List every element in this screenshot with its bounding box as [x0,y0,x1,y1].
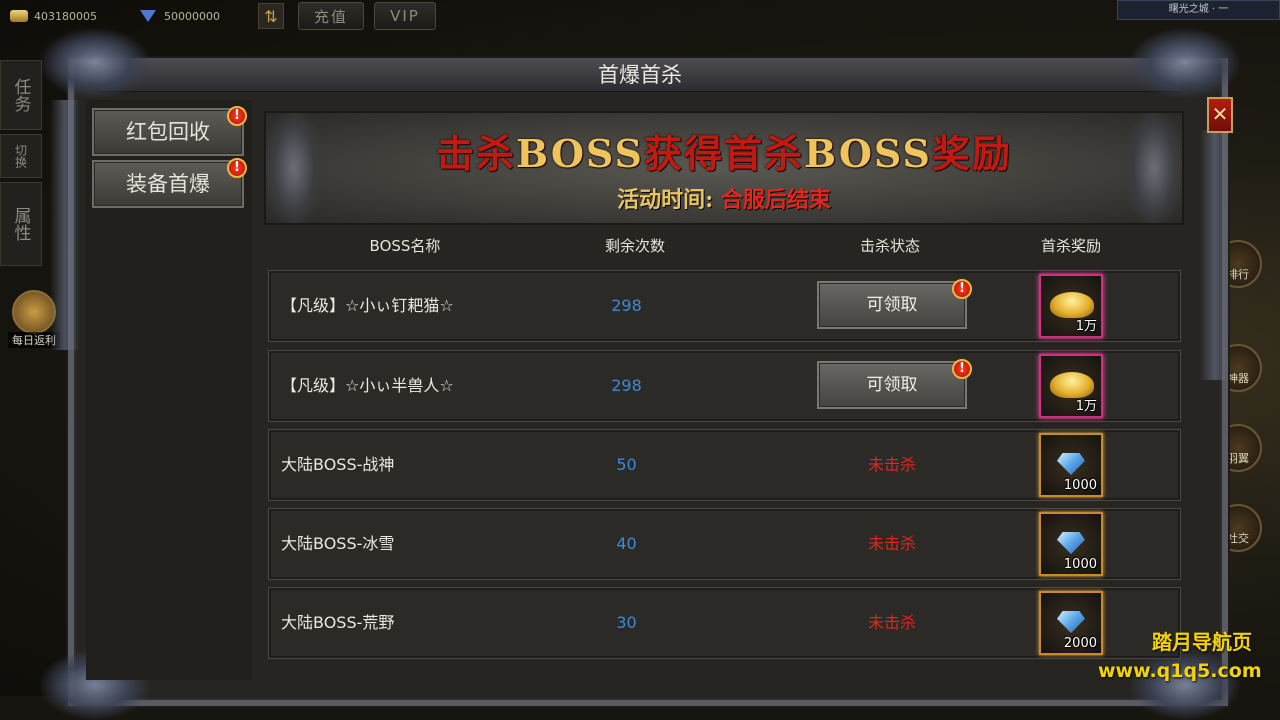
gem-amount: 50000000 [164,9,220,23]
boss-name: 【凡级】☆小ぃ钉耙猫☆ [281,296,454,315]
banner-title: 击杀BOSS获得首杀BOSS奖励 [264,132,1184,176]
alert-icon: ! [952,279,972,299]
gem-display: 50000000 [140,6,220,26]
remaining-count: 40 [616,534,637,553]
panel-title: 首爆首杀 [598,63,682,87]
header-boss-name: BOSS名称 [369,237,441,255]
claim-button[interactable]: 可领取 [817,361,967,409]
reward-quantity: 1000 [1063,478,1097,493]
remaining-count: 50 [616,455,637,474]
top-hud: 403180005 50000000 ⇅ 充值 VIP 曙光之城 · 一 [0,0,1280,34]
alert-icon: ! [227,158,247,178]
diamond-icon [1057,532,1085,554]
reward-slot[interactable]: 2000 [1039,591,1103,655]
banner-subtitle: 活动时间: 合服后结束 [264,186,1184,214]
diamond-icon [1057,453,1085,475]
gem-icon [140,10,156,22]
watermark-url: www.q1q5.com [1098,660,1262,682]
remaining-count: 298 [611,376,642,395]
alert-icon: ! [952,359,972,379]
kill-status: 未击杀 [867,534,916,553]
wings-label: 羽翼 [1227,452,1249,465]
left-tab-attributes[interactable]: 属性 [0,182,42,266]
gold-display: 403180005 [10,6,97,26]
header-first-kill-reward: 首杀奖励 [1040,237,1101,255]
dragon-ornament-icon [1130,28,1240,98]
close-button[interactable]: ✕ [1207,97,1233,133]
table-row: 大陆BOSS-冰雪 40 未击杀 1000 [268,508,1181,580]
ranking-label: 排行 [1227,268,1249,281]
table-row: 【凡级】☆小ぃ半兽人☆ 298 可领取 ! 1万 [268,350,1181,422]
left-tab-quest[interactable]: 任务 [0,60,42,130]
alert-icon: ! [227,106,247,126]
banner-title-part: 获得首杀 [643,131,804,176]
dragon-ornament-icon [40,28,150,98]
watermark-title: 踏月导航页 [1152,630,1252,654]
gold-icon [10,10,28,22]
banner-title-boss: BOSS [804,131,932,176]
diamond-icon [1057,611,1085,633]
table-row: 【凡级】☆小ぃ钉耙猫☆ 298 可领取 ! 1万 [268,270,1181,342]
banner-title-boss: BOSS [516,131,644,176]
kill-status: 未击杀 [867,613,916,632]
header-kill-status: 击杀状态 [859,237,920,255]
claim-button[interactable]: 可领取 [817,281,967,329]
table-row: 大陆BOSS-荒野 30 未击杀 2000 [268,587,1181,659]
table-row: 大陆BOSS-战神 50 未击杀 1000 [268,429,1181,501]
boss-name: 大陆BOSS-荒野 [281,613,395,632]
side-ornament [50,100,80,350]
vip-button[interactable]: VIP [374,2,436,30]
boss-name: 大陆BOSS-战神 [281,455,395,474]
artifact-label: 神器 [1227,372,1249,385]
menu-item-equipment-first-drop[interactable]: 装备首爆 [92,160,244,208]
event-time-value: 合服后结束 [720,187,831,213]
reward-slot[interactable]: 1000 [1039,433,1103,497]
event-time-label: 活动时间: [617,187,721,213]
kill-status: 未击杀 [867,455,916,474]
header-remaining-count: 剩余次数 [604,237,665,255]
reward-slot[interactable]: 1万 [1039,274,1103,338]
social-label: 社交 [1227,532,1249,545]
reward-quantity: 2000 [1063,636,1097,651]
gold-amount: 403180005 [34,9,97,23]
menu-item-red-packet-recycle[interactable]: 红包回收 [92,108,244,156]
reward-slot[interactable]: 1万 [1039,354,1103,418]
recharge-button[interactable]: 充值 [298,2,364,30]
boss-name: 大陆BOSS-冰雪 [281,534,395,553]
remaining-count: 30 [616,613,637,632]
map-name: 曙光之城 · 一 [1117,0,1280,20]
boss-name: 【凡级】☆小ぃ半兽人☆ [281,376,454,395]
remaining-count: 298 [611,296,642,315]
reward-slot[interactable]: 1000 [1039,512,1103,576]
banner-title-part: 奖励 [931,131,1012,176]
sort-icon[interactable]: ⇅ [258,3,284,29]
side-ornament [1200,130,1230,380]
reward-quantity: 1万 [1075,399,1097,414]
banner-title-part: 击杀 [435,131,516,176]
reward-quantity: 1万 [1075,319,1097,334]
reward-quantity: 1000 [1063,557,1097,572]
left-tab-switch[interactable]: 切换 [0,134,42,178]
